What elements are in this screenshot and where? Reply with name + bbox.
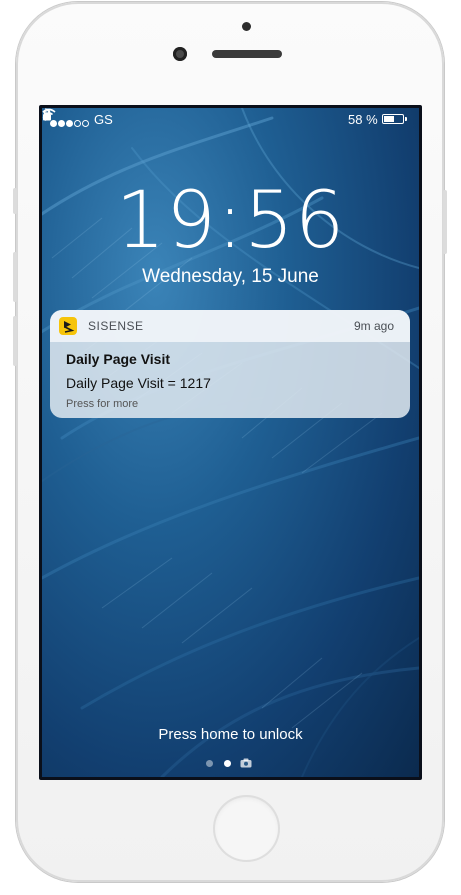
sisense-logo-icon xyxy=(64,321,75,333)
power-button xyxy=(443,190,447,254)
status-bar: GS 58 % xyxy=(42,108,419,130)
earpiece-speaker xyxy=(212,50,282,58)
proximity-sensor xyxy=(242,22,251,31)
feather-wallpaper: GS 58 % 19:56 Wednesday, 15 June SISENSE… xyxy=(42,108,419,777)
home-button[interactable] xyxy=(213,795,280,862)
notification-body: Daily Page Visit = 1217 xyxy=(66,375,211,391)
page-dot xyxy=(206,760,213,767)
notification-timestamp: 9m ago xyxy=(353,319,394,333)
camera-icon[interactable] xyxy=(240,758,252,768)
notification-action-hint: Press for more xyxy=(66,398,139,410)
carrier-name: GS xyxy=(94,112,113,127)
volume-down-button xyxy=(13,316,17,366)
battery-percentage: 58 % xyxy=(348,112,378,127)
lock-screen-time: 19:56 xyxy=(115,176,346,266)
sisense-app-icon xyxy=(59,317,77,335)
notification-title: Daily Page Visit xyxy=(66,351,171,367)
battery-icon xyxy=(382,114,404,124)
lock-screen-date: Wednesday, 15 June xyxy=(142,266,319,287)
battery-tip xyxy=(405,117,407,121)
phone-screen: GS 58 % 19:56 Wednesday, 15 June SISENSE… xyxy=(39,105,422,780)
notification-header: SISENSE 9m ago xyxy=(50,310,410,342)
notification-card[interactable]: SISENSE 9m ago Daily Page Visit Daily Pa… xyxy=(50,310,410,418)
bluetooth-icon xyxy=(42,108,50,121)
mute-switch xyxy=(13,188,17,214)
notification-app-name: SISENSE xyxy=(88,319,144,333)
unlock-hint: Press home to unlock xyxy=(158,726,303,743)
page-dot-active xyxy=(224,760,231,767)
volume-up-button xyxy=(13,252,17,302)
front-camera xyxy=(173,47,187,61)
battery-level-fill xyxy=(384,116,394,122)
signal-strength-icon xyxy=(50,115,90,130)
